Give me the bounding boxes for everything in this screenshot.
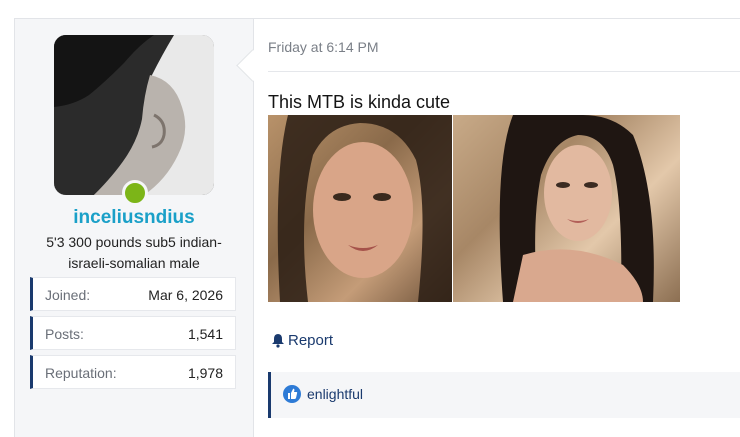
bell-icon xyxy=(272,334,284,348)
post-text: This MTB is kinda cute xyxy=(268,92,451,112)
report-button[interactable]: Report xyxy=(271,332,333,349)
reactions-bar[interactable]: enlightful xyxy=(268,372,740,418)
portrait-image xyxy=(277,115,452,302)
reaction-label: enlightful xyxy=(307,386,364,402)
online-status-icon xyxy=(122,180,148,206)
avatar-image xyxy=(54,35,214,195)
stat-label: Joined: xyxy=(45,287,91,303)
message-pane: Friday at 6:14 PM This MTB is kinda cute xyxy=(254,19,740,437)
stat-value: 1,541 xyxy=(187,326,223,342)
attached-image-2[interactable] xyxy=(453,115,680,302)
stat-joined: Joined: Mar 6, 2026 xyxy=(30,277,236,311)
user-title: 5'3 300 pounds sub5 indian-israeli-somal… xyxy=(46,234,222,271)
stat-label: Posts: xyxy=(45,326,84,342)
attached-image-1[interactable] xyxy=(268,115,452,302)
portrait-image xyxy=(499,115,654,302)
stat-reputation: Reputation: 1,978 xyxy=(30,355,236,389)
stat-value: 1,978 xyxy=(187,365,223,381)
user-pane: inceliusndius 5'3 300 pounds sub5 indian… xyxy=(15,19,254,437)
post-date[interactable]: Friday at 6:14 PM xyxy=(268,39,379,55)
report-label: Report xyxy=(288,332,334,349)
stat-label: Reputation: xyxy=(45,365,117,381)
stat-posts: Posts: 1,541 xyxy=(30,316,236,350)
avatar[interactable] xyxy=(54,35,214,195)
divider xyxy=(268,71,740,72)
stat-value: Mar 6, 2026 xyxy=(148,287,223,303)
thumbs-up-icon xyxy=(283,385,301,403)
username[interactable]: inceliusndius xyxy=(15,207,253,229)
post-container: inceliusndius 5'3 300 pounds sub5 indian… xyxy=(14,18,740,437)
